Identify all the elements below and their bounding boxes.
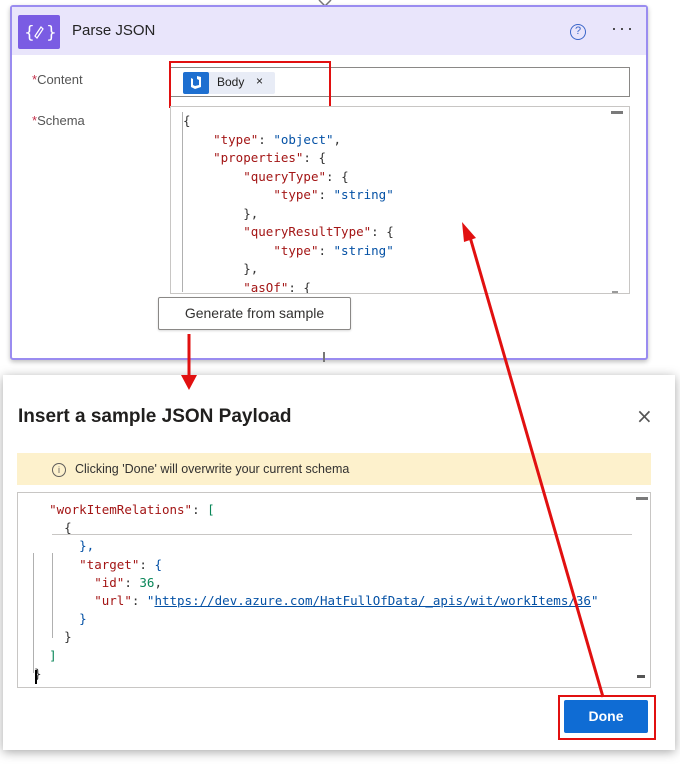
more-options-icon[interactable]: ··· [611, 18, 635, 39]
content-annotation-box [169, 61, 331, 108]
scroll-marker[interactable] [637, 675, 645, 678]
content-label: *Content [32, 72, 83, 87]
svg-text:}: } [46, 23, 57, 43]
schema-label-text: Schema [37, 113, 85, 128]
dialog-title: Insert a sample JSON Payload [18, 406, 292, 427]
schema-code: { "type": "object", "properties": { "que… [183, 113, 394, 294]
flow-connector [323, 352, 325, 362]
generate-from-sample-button[interactable]: Generate from sample [158, 297, 351, 330]
card-header[interactable]: { } Parse JSON ? ··· [12, 7, 646, 55]
help-icon[interactable]: ? [570, 24, 586, 40]
sample-json-editor[interactable]: "workItemRelations": [ { }, "target": { … [17, 492, 651, 688]
close-icon[interactable]: × [636, 404, 653, 428]
scroll-marker[interactable] [612, 291, 618, 293]
scroll-marker[interactable] [636, 497, 648, 500]
content-label-text: Content [37, 72, 83, 87]
scroll-marker[interactable] [611, 111, 623, 114]
schema-label: *Schema [32, 113, 85, 128]
warning-text: Clicking 'Done' will overwrite your curr… [75, 462, 350, 476]
info-icon: i [52, 463, 66, 477]
sample-payload-dialog: Insert a sample JSON Payload × i Clickin… [3, 375, 675, 750]
text-cursor [35, 670, 37, 684]
sample-code: "workItemRelations": [ { }, "target": { … [34, 502, 599, 681]
card-title: Parse JSON [72, 22, 156, 39]
svg-text:{: { [24, 23, 35, 43]
done-annotation-box [558, 695, 656, 740]
warning-banner: i Clicking 'Done' will overwrite your cu… [17, 453, 651, 485]
schema-editor[interactable]: { "type": "object", "properties": { "que… [170, 106, 630, 294]
parse-json-icon: { } [18, 15, 60, 49]
